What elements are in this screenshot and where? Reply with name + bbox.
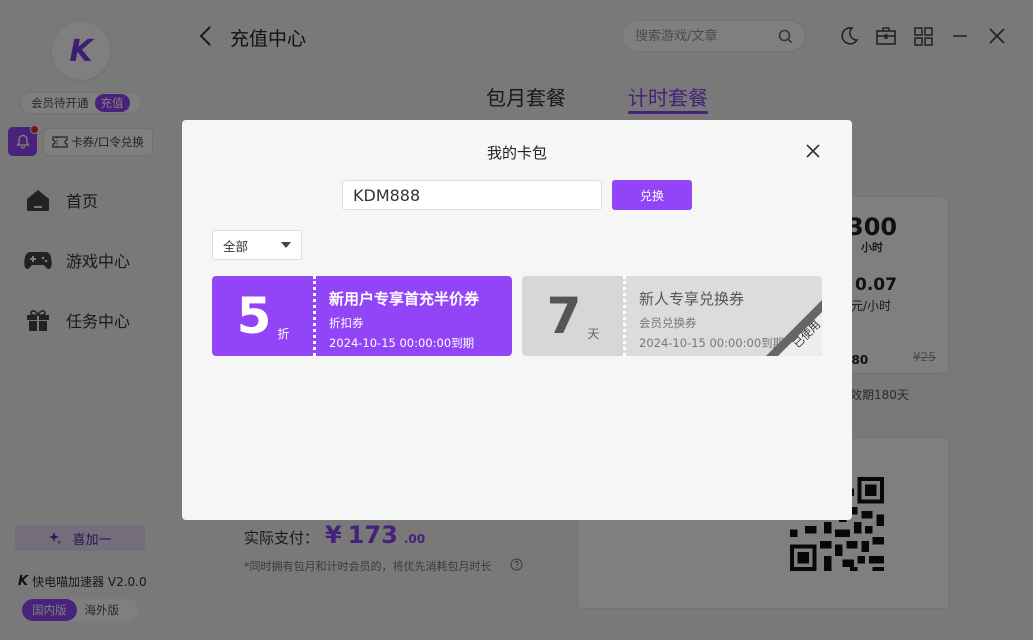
coupon-filter-select[interactable]: 全部	[212, 230, 302, 260]
coupon-card-used: 7 天 新人专享兑换券 会员兑换券 2024-10-15 00:00:00到期 …	[522, 276, 822, 356]
chevron-down-icon	[281, 242, 291, 248]
redeem-code-input[interactable]	[342, 180, 602, 210]
card-wallet-dialog: 我的卡包 兑换 全部 5 折 新用户专享首充半价券 折扣券 2024-10-15…	[182, 120, 852, 520]
dialog-close-icon[interactable]	[804, 142, 822, 160]
used-ribbon: 已使用	[766, 300, 822, 356]
coupon-card[interactable]: 5 折 新用户专享首充半价券 折扣券 2024-10-15 00:00:00到期	[212, 276, 512, 356]
dialog-title: 我的卡包	[486, 144, 547, 162]
coupon-value-section: 7 天	[522, 276, 624, 356]
coupon-value: 5	[236, 287, 272, 345]
coupon-expiry: 2024-10-15 00:00:00到期	[329, 336, 475, 350]
coupon-unit: 天	[587, 326, 600, 341]
coupon-info: 新人专享兑换券 会员兑换券 2024-10-15 00:00:00到期 已使用	[624, 276, 822, 356]
coupon-unit: 折	[277, 326, 290, 341]
coupon-info: 新用户专享首充半价券 折扣券 2024-10-15 00:00:00到期	[314, 276, 512, 356]
exchange-button[interactable]: 兑换	[612, 180, 692, 210]
coupon-name: 新用户专享首充半价券	[329, 290, 480, 308]
coupon-value-section: 5 折	[212, 276, 314, 356]
coupon-value: 7	[546, 287, 582, 345]
coupon-filter-value: 全部	[223, 238, 249, 254]
coupon-type: 折扣券	[329, 316, 364, 330]
